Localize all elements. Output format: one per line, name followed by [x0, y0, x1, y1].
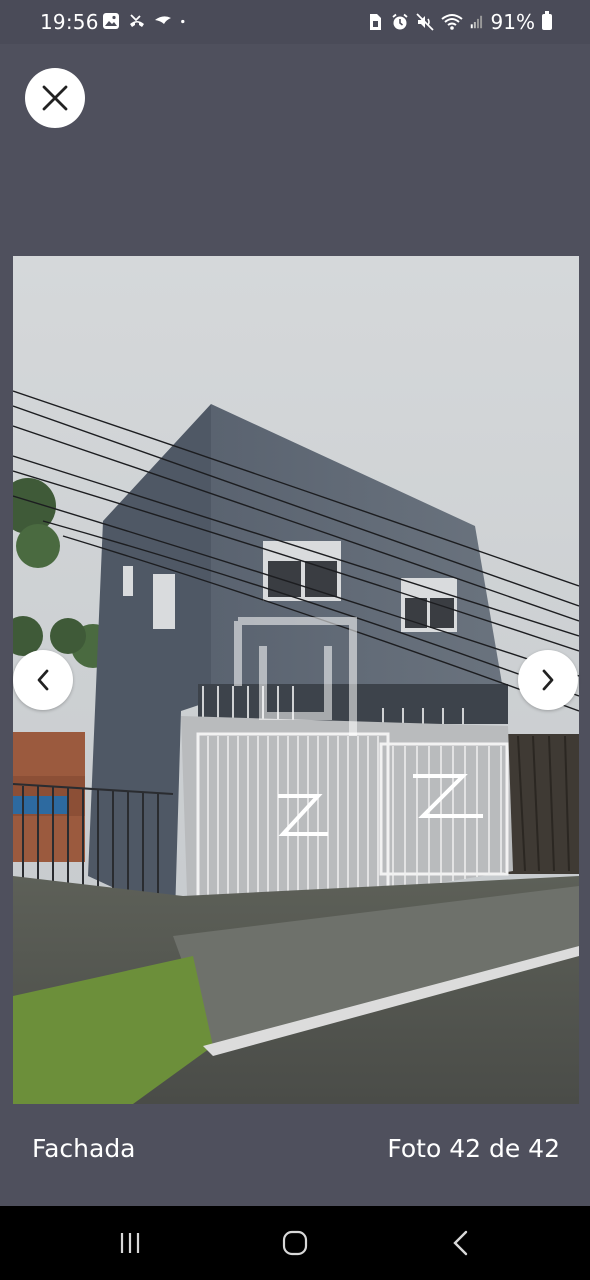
- system-navigation-bar: [0, 1206, 590, 1280]
- battery-percentage: 91%: [490, 10, 535, 34]
- status-right-icons: 91%: [366, 10, 552, 34]
- back-icon[interactable]: [446, 1228, 476, 1258]
- property-photo: [13, 256, 579, 1104]
- recents-icon[interactable]: [115, 1228, 145, 1258]
- status-time: 19:56: [40, 10, 99, 34]
- status-bar: 19:56 91%: [0, 0, 590, 44]
- chevron-right-icon: [542, 669, 554, 691]
- notification-dot-icon: [181, 19, 185, 24]
- mute-icon: [415, 13, 434, 31]
- photo-counter: Foto 42 de 42: [387, 1134, 560, 1163]
- bird-app-icon: [155, 16, 171, 24]
- previous-photo-button[interactable]: [13, 650, 73, 710]
- gallery-icon: [103, 13, 119, 29]
- battery-icon: [542, 11, 552, 30]
- next-photo-button[interactable]: [518, 650, 578, 710]
- sim-icon: [369, 14, 381, 30]
- close-button[interactable]: [25, 68, 85, 128]
- home-icon[interactable]: [280, 1228, 310, 1258]
- wifi-icon: [440, 14, 463, 30]
- status-left-icons: [102, 12, 190, 30]
- missed-call-icon: [130, 14, 144, 27]
- alarm-icon: [391, 13, 408, 30]
- close-icon: [42, 85, 68, 111]
- signal-icon: [470, 15, 482, 29]
- chevron-left-icon: [37, 669, 49, 691]
- photo-caption: Fachada: [32, 1134, 136, 1163]
